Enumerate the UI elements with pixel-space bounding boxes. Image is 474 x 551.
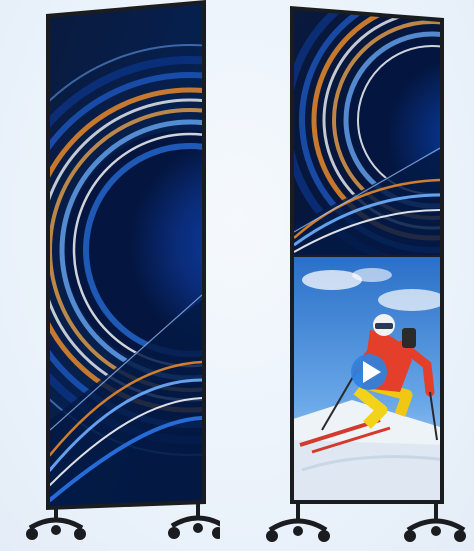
left-kiosk-screen bbox=[50, 4, 202, 506]
caster-wheel-icon bbox=[26, 517, 86, 540]
left-led-poster-kiosk bbox=[20, 0, 220, 551]
left-kiosk-graphic bbox=[26, 0, 220, 540]
right-kiosk-video-screen bbox=[294, 257, 440, 500]
right-kiosk-graphic bbox=[266, 6, 466, 542]
play-icon[interactable] bbox=[351, 354, 387, 390]
caster-wheel-icon bbox=[266, 518, 330, 542]
right-kiosk-top-screen bbox=[294, 10, 440, 255]
caster-wheel-icon bbox=[404, 518, 466, 542]
product-photo-stage bbox=[0, 0, 474, 551]
right-led-poster-kiosk bbox=[262, 0, 474, 551]
caster-wheel-icon bbox=[168, 515, 220, 539]
